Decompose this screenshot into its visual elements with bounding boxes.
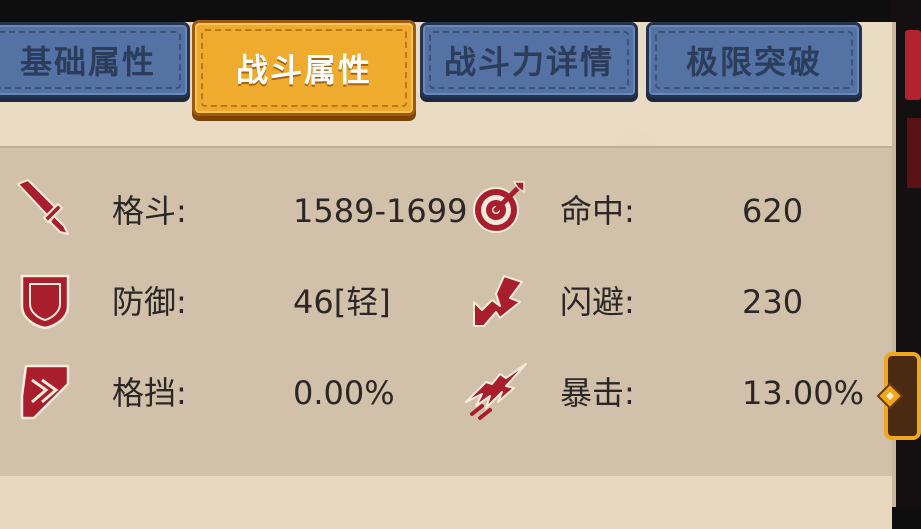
stat-label-hit: 命中: [560, 192, 635, 230]
tab-label: 基础属性 [19, 43, 156, 81]
stat-label-crit: 暴击: [560, 374, 635, 412]
stats-area-divider [0, 146, 892, 148]
stat-value-crit: 13.00% [742, 374, 865, 412]
shield-icon [20, 274, 70, 330]
sword-icon [17, 179, 69, 235]
stat-value-hit: 620 [742, 192, 804, 230]
tab-basic-attributes[interactable]: 基础属性 [0, 22, 190, 98]
block-chevron-icon [20, 364, 70, 420]
stat-value-block: 0.00% [293, 374, 395, 412]
stat-label-fight: 格斗: [112, 192, 187, 230]
stat-label-dodge: 闪避: [560, 283, 635, 321]
edge-dark-red-ornament [907, 118, 921, 188]
edge-red-ornament [905, 30, 921, 100]
tab-combat-attributes[interactable]: 战斗属性 [192, 20, 416, 116]
stat-label-defense: 防御: [112, 283, 187, 321]
dodge-arrow-icon [473, 275, 523, 327]
target-icon [473, 181, 525, 233]
expand-arrow-button[interactable] [874, 352, 921, 440]
tab-limit-break[interactable]: 极限突破 [646, 22, 862, 98]
tab-label: 战斗力详情 [443, 43, 614, 81]
panel-bottom-band [0, 476, 892, 529]
stat-value-fight: 1589-1699 [293, 192, 468, 230]
stat-value-defense: 46[轻] [293, 283, 391, 321]
tab-combat-power-details[interactable]: 战斗力详情 [420, 22, 638, 98]
tab-label: 战斗属性 [235, 51, 372, 89]
tab-label: 极限突破 [685, 43, 822, 81]
crit-burst-icon [465, 363, 527, 420]
stat-value-dodge: 230 [742, 283, 804, 321]
stat-label-block: 格挡: [112, 374, 187, 412]
